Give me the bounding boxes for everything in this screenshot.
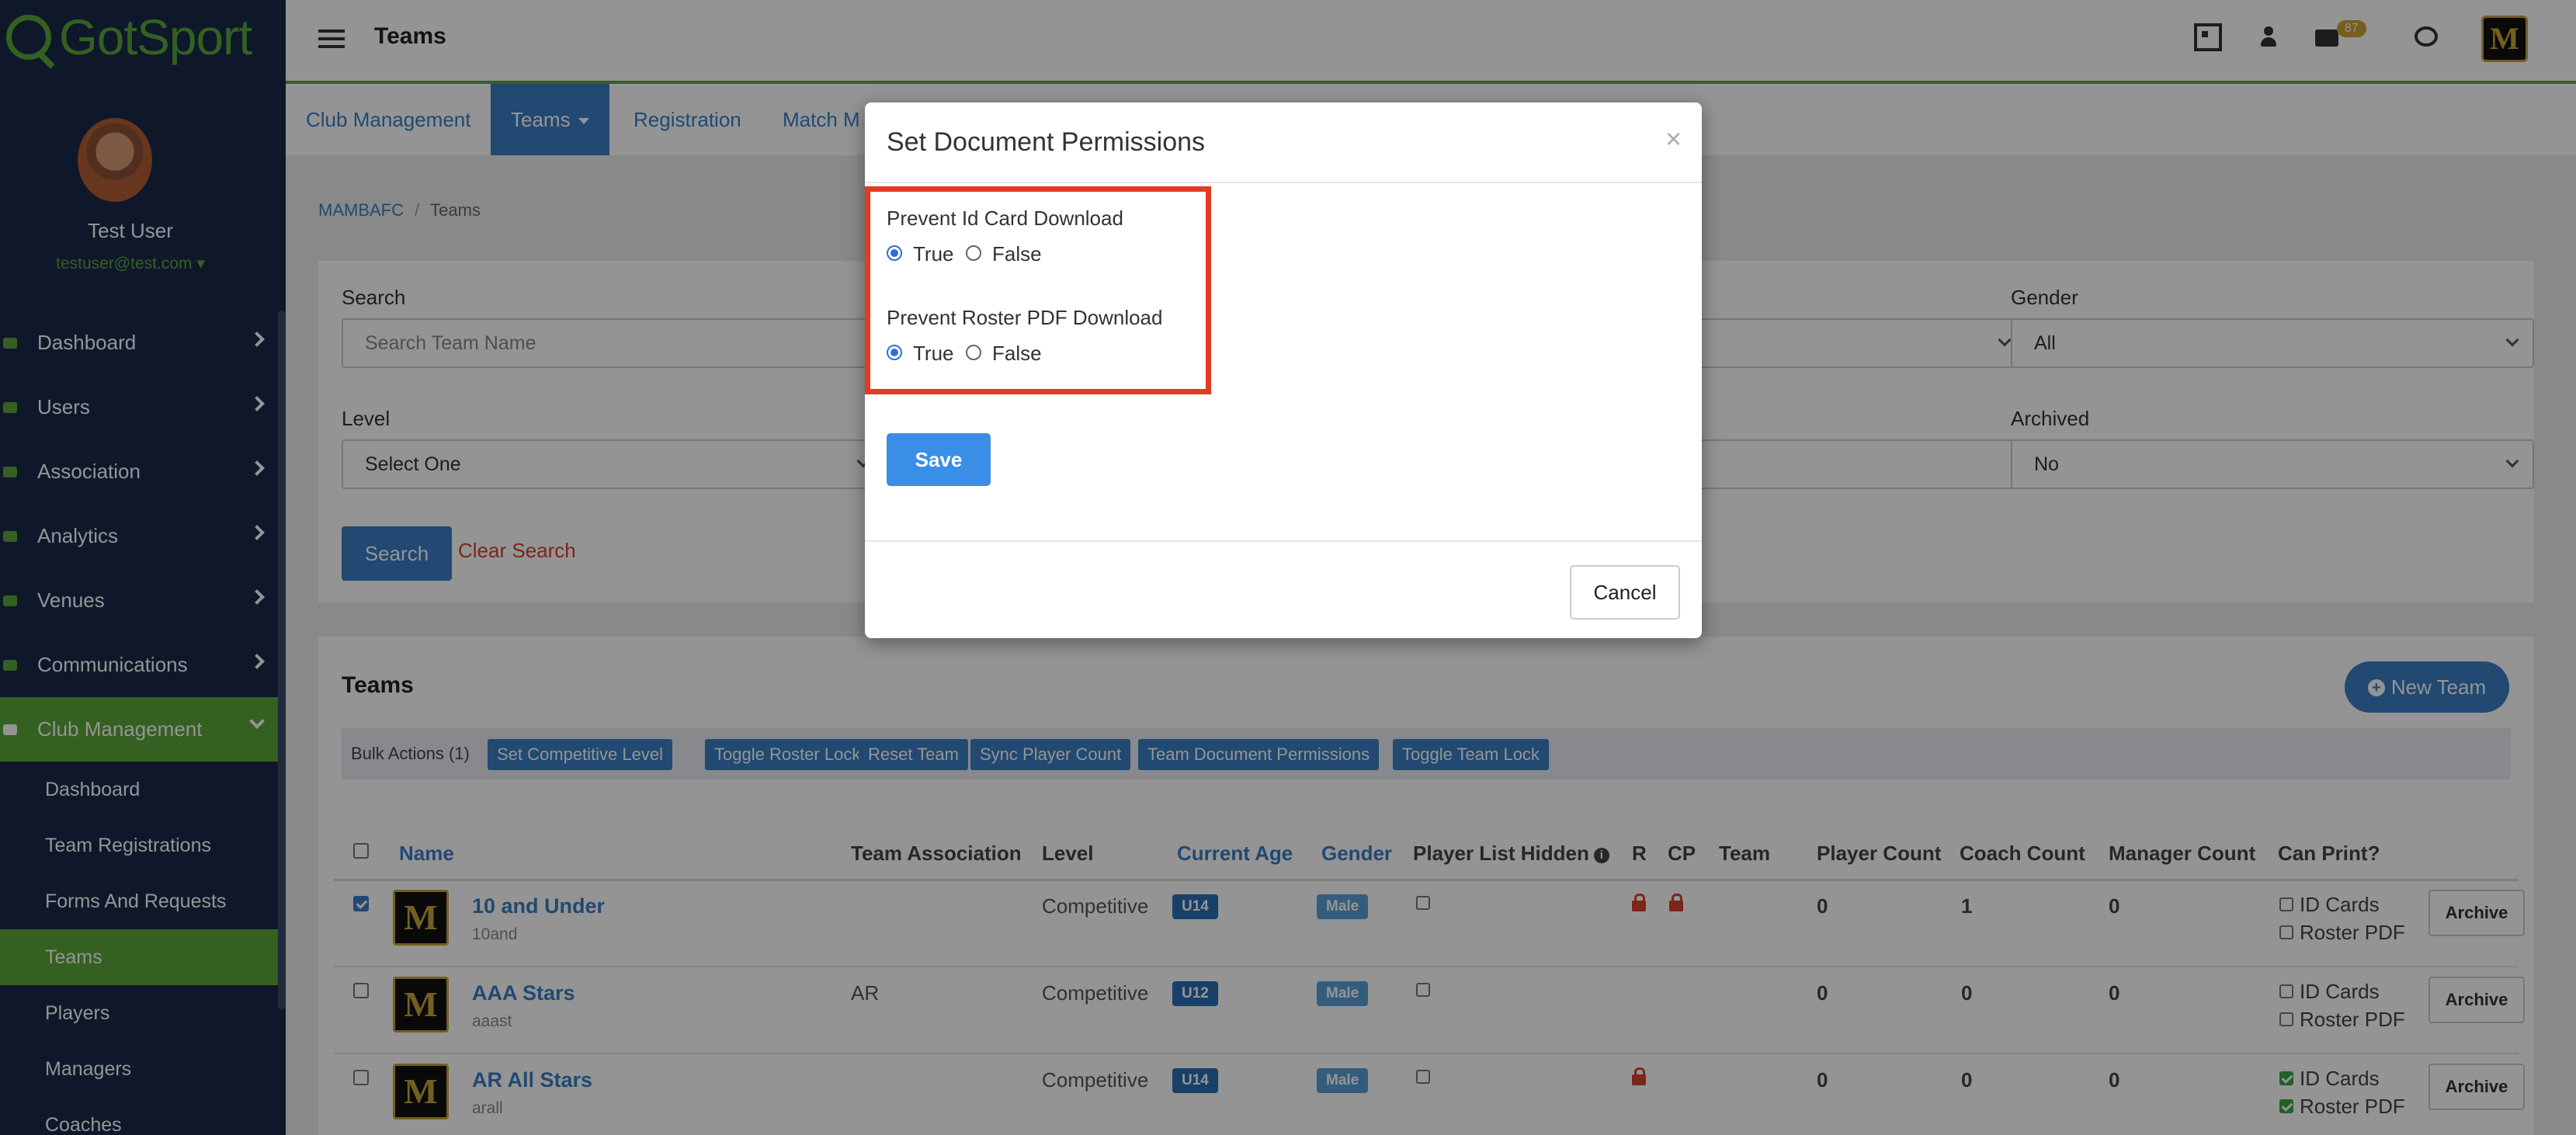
modal-title: Set Document Permissions xyxy=(887,127,1206,157)
prevent-id-card-false-label[interactable]: False xyxy=(992,242,1042,266)
close-icon[interactable]: × xyxy=(1665,123,1682,155)
prevent-id-card-label: Prevent Id Card Download xyxy=(887,207,1123,230)
prevent-roster-pdf-true-radio[interactable] xyxy=(887,345,902,360)
prevent-roster-pdf-label: Prevent Roster PDF Download xyxy=(887,306,1163,329)
cancel-button[interactable]: Cancel xyxy=(1570,565,1680,620)
prevent-id-card-true-radio[interactable] xyxy=(887,245,902,261)
prevent-id-card-false-radio[interactable] xyxy=(966,245,981,261)
prevent-roster-pdf-false-radio[interactable] xyxy=(966,345,981,360)
document-permissions-modal: Set Document Permissions × Prevent Id Ca… xyxy=(865,102,1702,638)
prevent-id-card-true-label[interactable]: True xyxy=(913,242,954,266)
prevent-roster-pdf-false-label[interactable]: False xyxy=(992,342,1042,366)
prevent-roster-pdf-true-label[interactable]: True xyxy=(913,342,954,366)
save-button[interactable]: Save xyxy=(887,433,991,486)
